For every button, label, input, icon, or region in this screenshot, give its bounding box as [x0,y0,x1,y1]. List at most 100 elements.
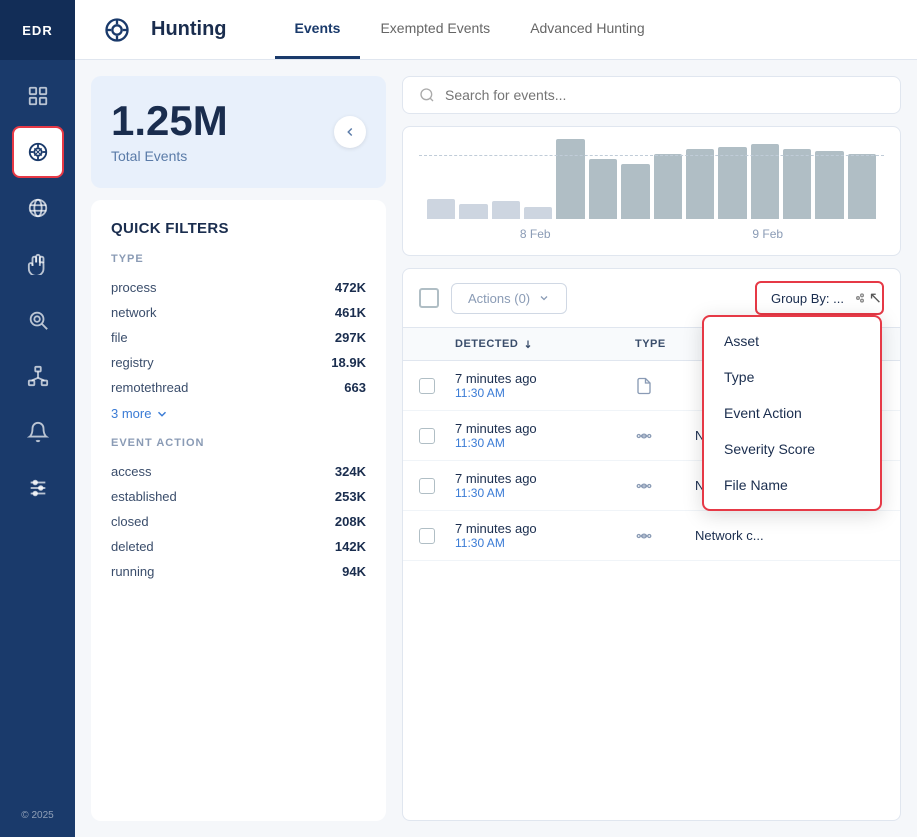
chart-bar [524,207,552,219]
chart-bar [848,154,876,219]
sidebar-item-settings[interactable] [12,462,64,514]
row-checkbox[interactable] [419,528,435,544]
search-input[interactable] [445,87,884,103]
td-type-icon-2 [635,427,695,445]
sidebar-item-dashboard[interactable] [12,70,64,122]
sidebar-footer: © 2025 [21,810,53,837]
sidebar-item-network[interactable] [12,350,64,402]
td-detected-2: 7 minutes ago 11:30 AM [455,421,635,450]
actions-chevron-icon [538,292,550,304]
search-icon [419,87,435,103]
filter-name-remotethread[interactable]: remotethread [111,380,188,395]
sidebar-item-threat[interactable] [12,294,64,346]
total-events-number: 1.25M [111,100,228,142]
chart-bar [621,164,649,219]
filter-row-access: access 324K [111,459,366,484]
network-icon [635,477,653,495]
filter-name-running[interactable]: running [111,564,154,579]
row-checkbox[interactable] [419,378,435,394]
dropdown-item-file-name[interactable]: File Name [704,467,880,503]
left-panel: 1.25M Total Events QUICK FILTERS TYPE pr… [91,76,386,821]
filter-count-deleted: 142K [335,539,366,554]
hunting-header-icon [99,12,135,48]
type-filter-section-title: TYPE [111,253,366,265]
filter-name-closed[interactable]: closed [111,514,149,529]
tab-exempted-events[interactable]: Exempted Events [360,0,510,59]
cursor-icon: ↖ [869,288,882,308]
td-type-icon-4 [635,527,695,545]
chart-area: 8 Feb 9 Feb [402,126,901,256]
filter-count-running: 94K [342,564,366,579]
chart-reference-line [419,155,884,156]
td-detected-4: 7 minutes ago 11:30 AM [455,521,635,550]
chart-bar [783,149,811,219]
copyright-text: © 2025 [21,810,53,821]
sidebar-item-globe[interactable] [12,182,64,234]
filter-row-process: process 472K [111,275,366,300]
filter-row-file: file 297K [111,325,366,350]
filter-row-established: established 253K [111,484,366,509]
quick-filters-title: QUICK FILTERS [111,220,366,237]
row-checkbox[interactable] [419,428,435,444]
dropdown-item-event-action[interactable]: Event Action [704,395,880,431]
collapse-chevron-button[interactable] [334,116,366,148]
chart-bar [492,201,520,219]
sidebar-item-hand[interactable] [12,238,64,290]
filter-count-network: 461K [335,305,366,320]
page-header: Hunting Events Exempted Events Advanced … [75,0,917,60]
filter-name-deleted[interactable]: deleted [111,539,154,554]
show-more-types[interactable]: 3 more [111,406,366,421]
dropdown-item-type[interactable]: Type [704,359,880,395]
chart-bar [718,147,746,219]
filter-row-running: running 94K [111,559,366,584]
event-action-section-title: EVENT ACTION [111,437,366,449]
file-icon [635,377,653,395]
td-text-4: Network c... [695,528,884,543]
sidebar-item-alerts[interactable] [12,406,64,458]
tab-events[interactable]: Events [275,0,361,59]
filter-count-registry: 18.9K [331,355,366,370]
chart-labels: 8 Feb 9 Feb [419,227,884,241]
chart-bar [686,149,714,219]
sort-icon [522,338,534,350]
total-events-info: 1.25M Total Events [111,100,228,164]
td-detected-3: 7 minutes ago 11:30 AM [455,471,635,500]
table-toolbar: Actions (0) Group By: ... ↖ [403,269,900,328]
filter-count-access: 324K [335,464,366,479]
network-icon [635,527,653,545]
filter-row-remotethread: remotethread 663 [111,375,366,400]
filter-name-network[interactable]: network [111,305,157,320]
filter-name-file[interactable]: file [111,330,128,345]
sidebar-item-hunting[interactable] [12,126,64,178]
filter-count-file: 297K [335,330,366,345]
quick-filters-panel: QUICK FILTERS TYPE process 472K network … [91,200,386,821]
total-events-card: 1.25M Total Events [91,76,386,188]
td-type-icon-1 [635,377,695,395]
td-detected-1: 7 minutes ago 11:30 AM [455,371,635,400]
select-all-checkbox[interactable] [419,288,439,308]
filter-name-process[interactable]: process [111,280,157,295]
td-type-icon-3 [635,477,695,495]
chart-bar [459,204,487,219]
chevron-down-icon [155,407,169,421]
network-icon [635,427,653,445]
content-area: 1.25M Total Events QUICK FILTERS TYPE pr… [75,60,917,837]
table-row[interactable]: 7 minutes ago 11:30 AM Network c... [403,511,900,561]
tab-advanced-hunting[interactable]: Advanced Hunting [510,0,664,59]
filter-count-closed: 208K [335,514,366,529]
header-tabs: Events Exempted Events Advanced Hunting [275,0,665,59]
dropdown-item-severity-score[interactable]: Severity Score [704,431,880,467]
row-checkbox[interactable] [419,478,435,494]
events-table: Actions (0) Group By: ... ↖ [402,268,901,821]
dropdown-item-asset[interactable]: Asset [704,323,880,359]
filter-name-established[interactable]: established [111,489,177,504]
page-title: Hunting [151,18,227,41]
actions-button[interactable]: Actions (0) [451,283,567,314]
sidebar: EDR [0,0,75,837]
filter-row-registry: registry 18.9K [111,350,366,375]
filter-name-access[interactable]: access [111,464,151,479]
filter-name-registry[interactable]: registry [111,355,154,370]
group-by-button[interactable]: Group By: ... ↖ Asset Type Event Action [755,281,884,315]
chart-bar [589,159,617,219]
filter-row-network: network 461K [111,300,366,325]
